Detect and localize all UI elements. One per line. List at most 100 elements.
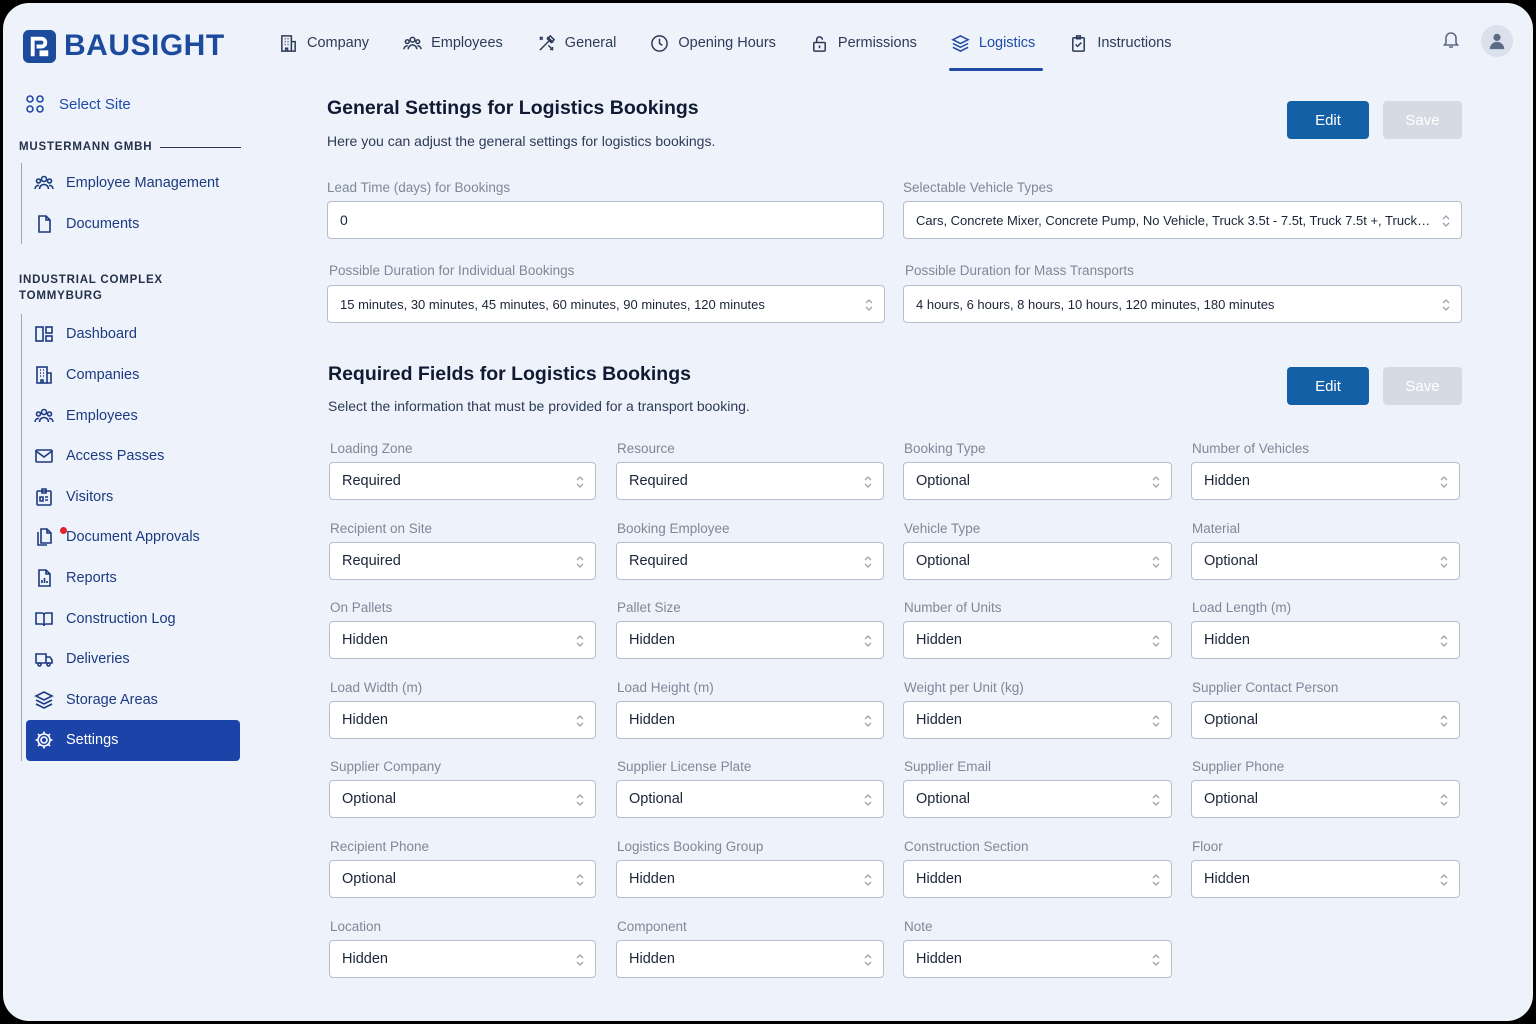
users-icon bbox=[34, 175, 54, 190]
load-length-m-select[interactable]: Hidden bbox=[1191, 621, 1460, 660]
tab-general[interactable]: General bbox=[537, 25, 631, 61]
field-value: Hidden bbox=[1204, 473, 1250, 489]
sidebar-item-document-approvals[interactable]: Document Approvals bbox=[22, 517, 243, 558]
sidebar-item-label: Employees bbox=[66, 407, 138, 424]
general-edit-button[interactable]: Edit bbox=[1287, 101, 1369, 139]
sidebar-item-access-passes[interactable]: Access Passes bbox=[22, 436, 243, 477]
field-value: Hidden bbox=[342, 950, 388, 967]
tab-opening-hours[interactable]: Opening Hours bbox=[650, 25, 790, 61]
sidebar-item-employees[interactable]: Employees bbox=[22, 395, 243, 436]
sidebar-item-companies[interactable]: Companies bbox=[22, 355, 243, 396]
supplier-phone-select[interactable]: Optional bbox=[1191, 780, 1460, 819]
mass-duration-select[interactable]: 4 hours, 6 hours, 8 hours, 10 hours, 120… bbox=[903, 285, 1462, 323]
tab-label: Instructions bbox=[1097, 35, 1172, 51]
resource-select[interactable]: Required bbox=[616, 462, 884, 500]
individual-duration-select[interactable]: 15 minutes, 30 minutes, 45 minutes, 60 m… bbox=[327, 285, 885, 323]
recipient-phone-select[interactable]: Optional bbox=[329, 860, 596, 898]
load-height-m-select[interactable]: Hidden bbox=[616, 700, 884, 739]
chevron-updown-icon bbox=[1151, 792, 1161, 808]
individual-duration-label: Possible Duration for Individual Booking… bbox=[329, 263, 575, 278]
sidebar-item-storage-areas[interactable]: Storage Areas bbox=[22, 680, 243, 721]
supplier-contact-person-select[interactable]: Optional bbox=[1191, 700, 1460, 739]
booking-employee-select[interactable]: Required bbox=[616, 541, 884, 580]
floor-select[interactable]: Hidden bbox=[1191, 860, 1460, 898]
load-height-m-label: Load Height (m) bbox=[617, 679, 714, 695]
tab-employees[interactable]: Employees bbox=[403, 25, 517, 61]
component-select[interactable]: Hidden bbox=[616, 939, 884, 978]
brand-logo[interactable]: BAUSIGHT bbox=[23, 29, 225, 63]
pallet-size-select[interactable]: Hidden bbox=[616, 621, 884, 660]
clipboard-icon bbox=[1072, 34, 1086, 52]
logistics-booking-group-label: Logistics Booking Group bbox=[617, 839, 764, 854]
chevron-updown-icon bbox=[575, 633, 585, 649]
required-save-button[interactable]: Save bbox=[1383, 367, 1462, 405]
field-value: 4 hours, 6 hours, 8 hours, 10 hours, 120… bbox=[916, 296, 1275, 312]
on-pallets-select[interactable]: Hidden bbox=[329, 621, 596, 660]
required-edit-button[interactable]: Edit bbox=[1287, 367, 1369, 405]
lead-time-input[interactable]: 0 bbox=[327, 201, 884, 239]
loading-zone-select[interactable]: Required bbox=[329, 462, 596, 500]
general-save-button[interactable]: Save bbox=[1383, 101, 1462, 139]
field-value: Hidden bbox=[1204, 632, 1250, 649]
recipient-on-site-select[interactable]: Required bbox=[329, 541, 596, 580]
badge-icon bbox=[36, 488, 52, 506]
booking-type-select[interactable]: Optional bbox=[903, 462, 1172, 500]
supplier-company-select[interactable]: Optional bbox=[329, 780, 596, 819]
material-select[interactable]: Optional bbox=[1191, 541, 1460, 580]
sidebar-item-employee-management[interactable]: Employee Management bbox=[22, 163, 243, 204]
required-fields-title: Required Fields for Logistics Bookings bbox=[328, 363, 691, 385]
on-pallets-label: On Pallets bbox=[330, 600, 393, 616]
sidebar-item-documents[interactable]: Documents bbox=[22, 204, 243, 245]
notifications-button[interactable] bbox=[1441, 29, 1461, 54]
number-of-vehicles-select[interactable]: Hidden bbox=[1191, 462, 1460, 500]
chevron-updown-icon bbox=[863, 633, 873, 649]
sidebar-item-reports[interactable]: Reports bbox=[22, 558, 243, 599]
chevron-updown-icon bbox=[863, 872, 873, 888]
chevron-updown-icon bbox=[864, 297, 874, 313]
user-avatar[interactable] bbox=[1481, 25, 1513, 57]
field-value: Hidden bbox=[342, 711, 388, 728]
supplier-phone-label: Supplier Phone bbox=[1192, 759, 1285, 775]
construction-section-select[interactable]: Hidden bbox=[903, 860, 1172, 898]
tab-company[interactable]: Company bbox=[279, 25, 383, 61]
field-value: Required bbox=[342, 552, 401, 569]
user-icon bbox=[1489, 33, 1505, 50]
sidebar-item-label: Deliveries bbox=[66, 651, 130, 668]
supplier-email-select[interactable]: Optional bbox=[903, 780, 1172, 819]
tab-logistics[interactable]: Logistics bbox=[948, 25, 1049, 71]
brand-name: BAUSIGHT bbox=[64, 29, 225, 62]
sidebar-item-dashboard[interactable]: Dashboard bbox=[22, 314, 243, 355]
note-label: Note bbox=[904, 918, 933, 934]
sidebar-item-construction-log[interactable]: Construction Log bbox=[22, 598, 243, 639]
recipient-phone-label: Recipient Phone bbox=[330, 839, 430, 854]
sidebar-item-deliveries[interactable]: Deliveries bbox=[22, 639, 243, 680]
field-value: Optional bbox=[1204, 552, 1259, 569]
vehicle-type-select[interactable]: Optional bbox=[903, 541, 1172, 580]
sidebar-group-title: MUSTERMANN GMBH bbox=[19, 139, 243, 155]
field-value: 15 minutes, 30 minutes, 45 minutes, 60 m… bbox=[340, 296, 765, 312]
chevron-updown-icon bbox=[863, 952, 873, 968]
load-width-m-select[interactable]: Hidden bbox=[329, 700, 596, 739]
sidebar-item-settings[interactable]: Settings bbox=[26, 720, 240, 761]
app-window: BAUSIGHT Company Employees General Openi… bbox=[3, 3, 1533, 1021]
chevron-updown-icon bbox=[1151, 713, 1161, 729]
sidebar-item-label: Settings bbox=[66, 732, 119, 749]
sidebar-item-visitors[interactable]: Visitors bbox=[22, 477, 243, 518]
tab-instructions[interactable]: Instructions bbox=[1069, 25, 1185, 61]
tab-permissions[interactable]: Permissions bbox=[810, 25, 931, 61]
vehicle-types-select[interactable]: Cars, Concrete Mixer, Concrete Pump, No … bbox=[903, 201, 1462, 239]
logistics-booking-group-select[interactable]: Hidden bbox=[616, 860, 884, 898]
chevron-updown-icon bbox=[575, 554, 585, 570]
vehicle-type-label: Vehicle Type bbox=[904, 520, 981, 536]
select-site-link[interactable]: Select Site bbox=[19, 87, 243, 121]
sidebar-item-label: Visitors bbox=[66, 488, 114, 505]
chevron-updown-icon bbox=[1439, 554, 1449, 570]
number-of-units-select[interactable]: Hidden bbox=[903, 621, 1172, 660]
tab-label: General bbox=[564, 35, 617, 51]
field-value: Optional bbox=[342, 791, 397, 808]
location-select[interactable]: Hidden bbox=[329, 939, 596, 978]
weight-per-unit-kg-select[interactable]: Hidden bbox=[903, 700, 1172, 739]
supplier-license-plate-select[interactable]: Optional bbox=[616, 780, 884, 819]
note-select[interactable]: Hidden bbox=[903, 939, 1172, 978]
chevron-updown-icon bbox=[863, 792, 873, 808]
